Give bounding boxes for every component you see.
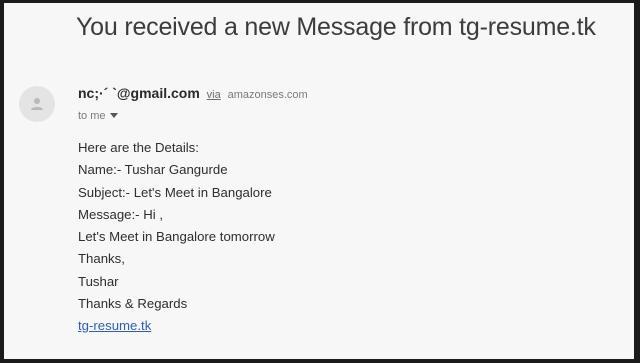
person-icon xyxy=(31,98,43,110)
body-line: Thanks, xyxy=(78,251,125,267)
via-domain: amazonses.com xyxy=(227,89,308,101)
recipient-label: to me xyxy=(78,110,106,122)
email-view: You received a new Message from tg-resum… xyxy=(4,3,634,359)
caret-down-icon xyxy=(109,113,118,118)
recipient-dropdown[interactable]: to me xyxy=(78,110,118,122)
website-link[interactable]: tg-resume.tk xyxy=(78,315,275,337)
body-line: Subject:- Let's Meet in Bangalore xyxy=(78,184,272,200)
sender-email[interactable]: nc;·´ `@gmail.com xyxy=(78,85,200,101)
body-line: Let's Meet in Bangalore tomorrow xyxy=(78,229,275,245)
via-label[interactable]: via xyxy=(207,89,221,101)
body-line: Tushar xyxy=(78,273,119,289)
body-line: Message:- Hi , xyxy=(78,206,164,222)
screenshot-frame: You received a new Message from tg-resum… xyxy=(0,0,640,363)
body-line: Thanks & Regards xyxy=(78,296,188,312)
sender-avatar[interactable] xyxy=(19,86,55,122)
body-line: Here are the Details: xyxy=(78,140,199,155)
body-line: Name:- Tushar Gangurde xyxy=(78,162,228,178)
email-body: Here are the Details: Name:- Tushar Gang… xyxy=(78,137,275,338)
email-subject: You received a new Message from tg-resum… xyxy=(76,13,596,41)
sender-line: nc;·´ `@gmail.com via amazonses.com xyxy=(78,85,308,101)
